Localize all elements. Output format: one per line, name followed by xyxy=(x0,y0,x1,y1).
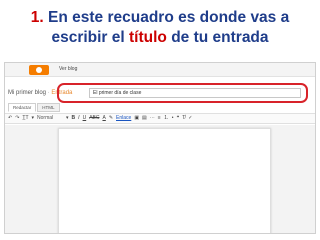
caption-highlight-word: título xyxy=(129,29,167,46)
highlight-annotation-box xyxy=(57,83,308,103)
blogger-logo-icon[interactable] xyxy=(29,65,49,75)
quote-icon[interactable]: ❝ xyxy=(176,114,179,123)
redo-icon[interactable]: ↷ xyxy=(15,114,19,123)
insert-image-icon[interactable]: ▣ xyxy=(134,114,139,123)
text-color-icon[interactable]: A xyxy=(102,114,105,123)
chevron-down-icon[interactable]: ▾ xyxy=(32,114,35,123)
post-body-editor[interactable] xyxy=(58,128,271,233)
bullet-list-icon[interactable]: • xyxy=(172,114,174,123)
chevron-down-icon[interactable]: ▾ xyxy=(66,114,69,123)
font-size-icon[interactable]: T̲T xyxy=(22,114,28,123)
blogger-editor-screenshot: Ver blog Mi primer blog · Entrada El pri… xyxy=(4,62,316,234)
spellcheck-icon[interactable]: ✓ xyxy=(188,114,192,123)
tab-compose[interactable]: Redactar xyxy=(8,103,37,112)
insert-link-button[interactable]: Enlace xyxy=(116,114,131,123)
underline-button[interactable]: U xyxy=(83,114,87,123)
format-select[interactable]: Normal xyxy=(37,114,63,123)
italic-button[interactable]: I xyxy=(78,114,79,123)
clear-format-icon[interactable]: T̸ xyxy=(182,114,185,123)
jump-break-icon[interactable]: ⋯ xyxy=(150,114,155,123)
caption-line-1: 1. En este recuadro es donde vas a xyxy=(0,8,320,28)
tab-html[interactable]: HTML xyxy=(37,103,60,112)
top-bar: Ver blog xyxy=(5,63,315,77)
undo-icon[interactable]: ↶ xyxy=(8,114,12,123)
numbered-list-icon[interactable]: ⒈ xyxy=(164,114,169,123)
blog-name[interactable]: Mi primer blog xyxy=(8,90,46,96)
caption-line-1-text: En este recuadro es donde vas a xyxy=(48,9,290,26)
step-number: 1. xyxy=(30,9,44,26)
strikethrough-button[interactable]: ABC xyxy=(89,114,99,123)
slide-caption: 1. En este recuadro es donde vas a escri… xyxy=(0,8,320,48)
caption-line-2-after: de tu entrada xyxy=(171,29,269,46)
view-blog-link[interactable]: Ver blog xyxy=(59,66,77,72)
insert-video-icon[interactable]: ▤ xyxy=(142,114,147,123)
highlight-color-icon[interactable]: ✎ xyxy=(109,114,113,123)
align-icon[interactable]: ≡ xyxy=(158,114,161,123)
header-separator: · xyxy=(47,90,50,96)
caption-line-2: escribir el título de tu entrada xyxy=(0,28,320,48)
bold-button[interactable]: B xyxy=(72,114,76,123)
mode-tabs: Redactar HTML xyxy=(8,103,60,112)
caption-line-2-before: escribir el xyxy=(51,29,125,46)
formatting-toolbar: ↶ ↷ T̲T ▾ Normal ▾ B I U ABC A ✎ Enlace … xyxy=(5,113,315,124)
